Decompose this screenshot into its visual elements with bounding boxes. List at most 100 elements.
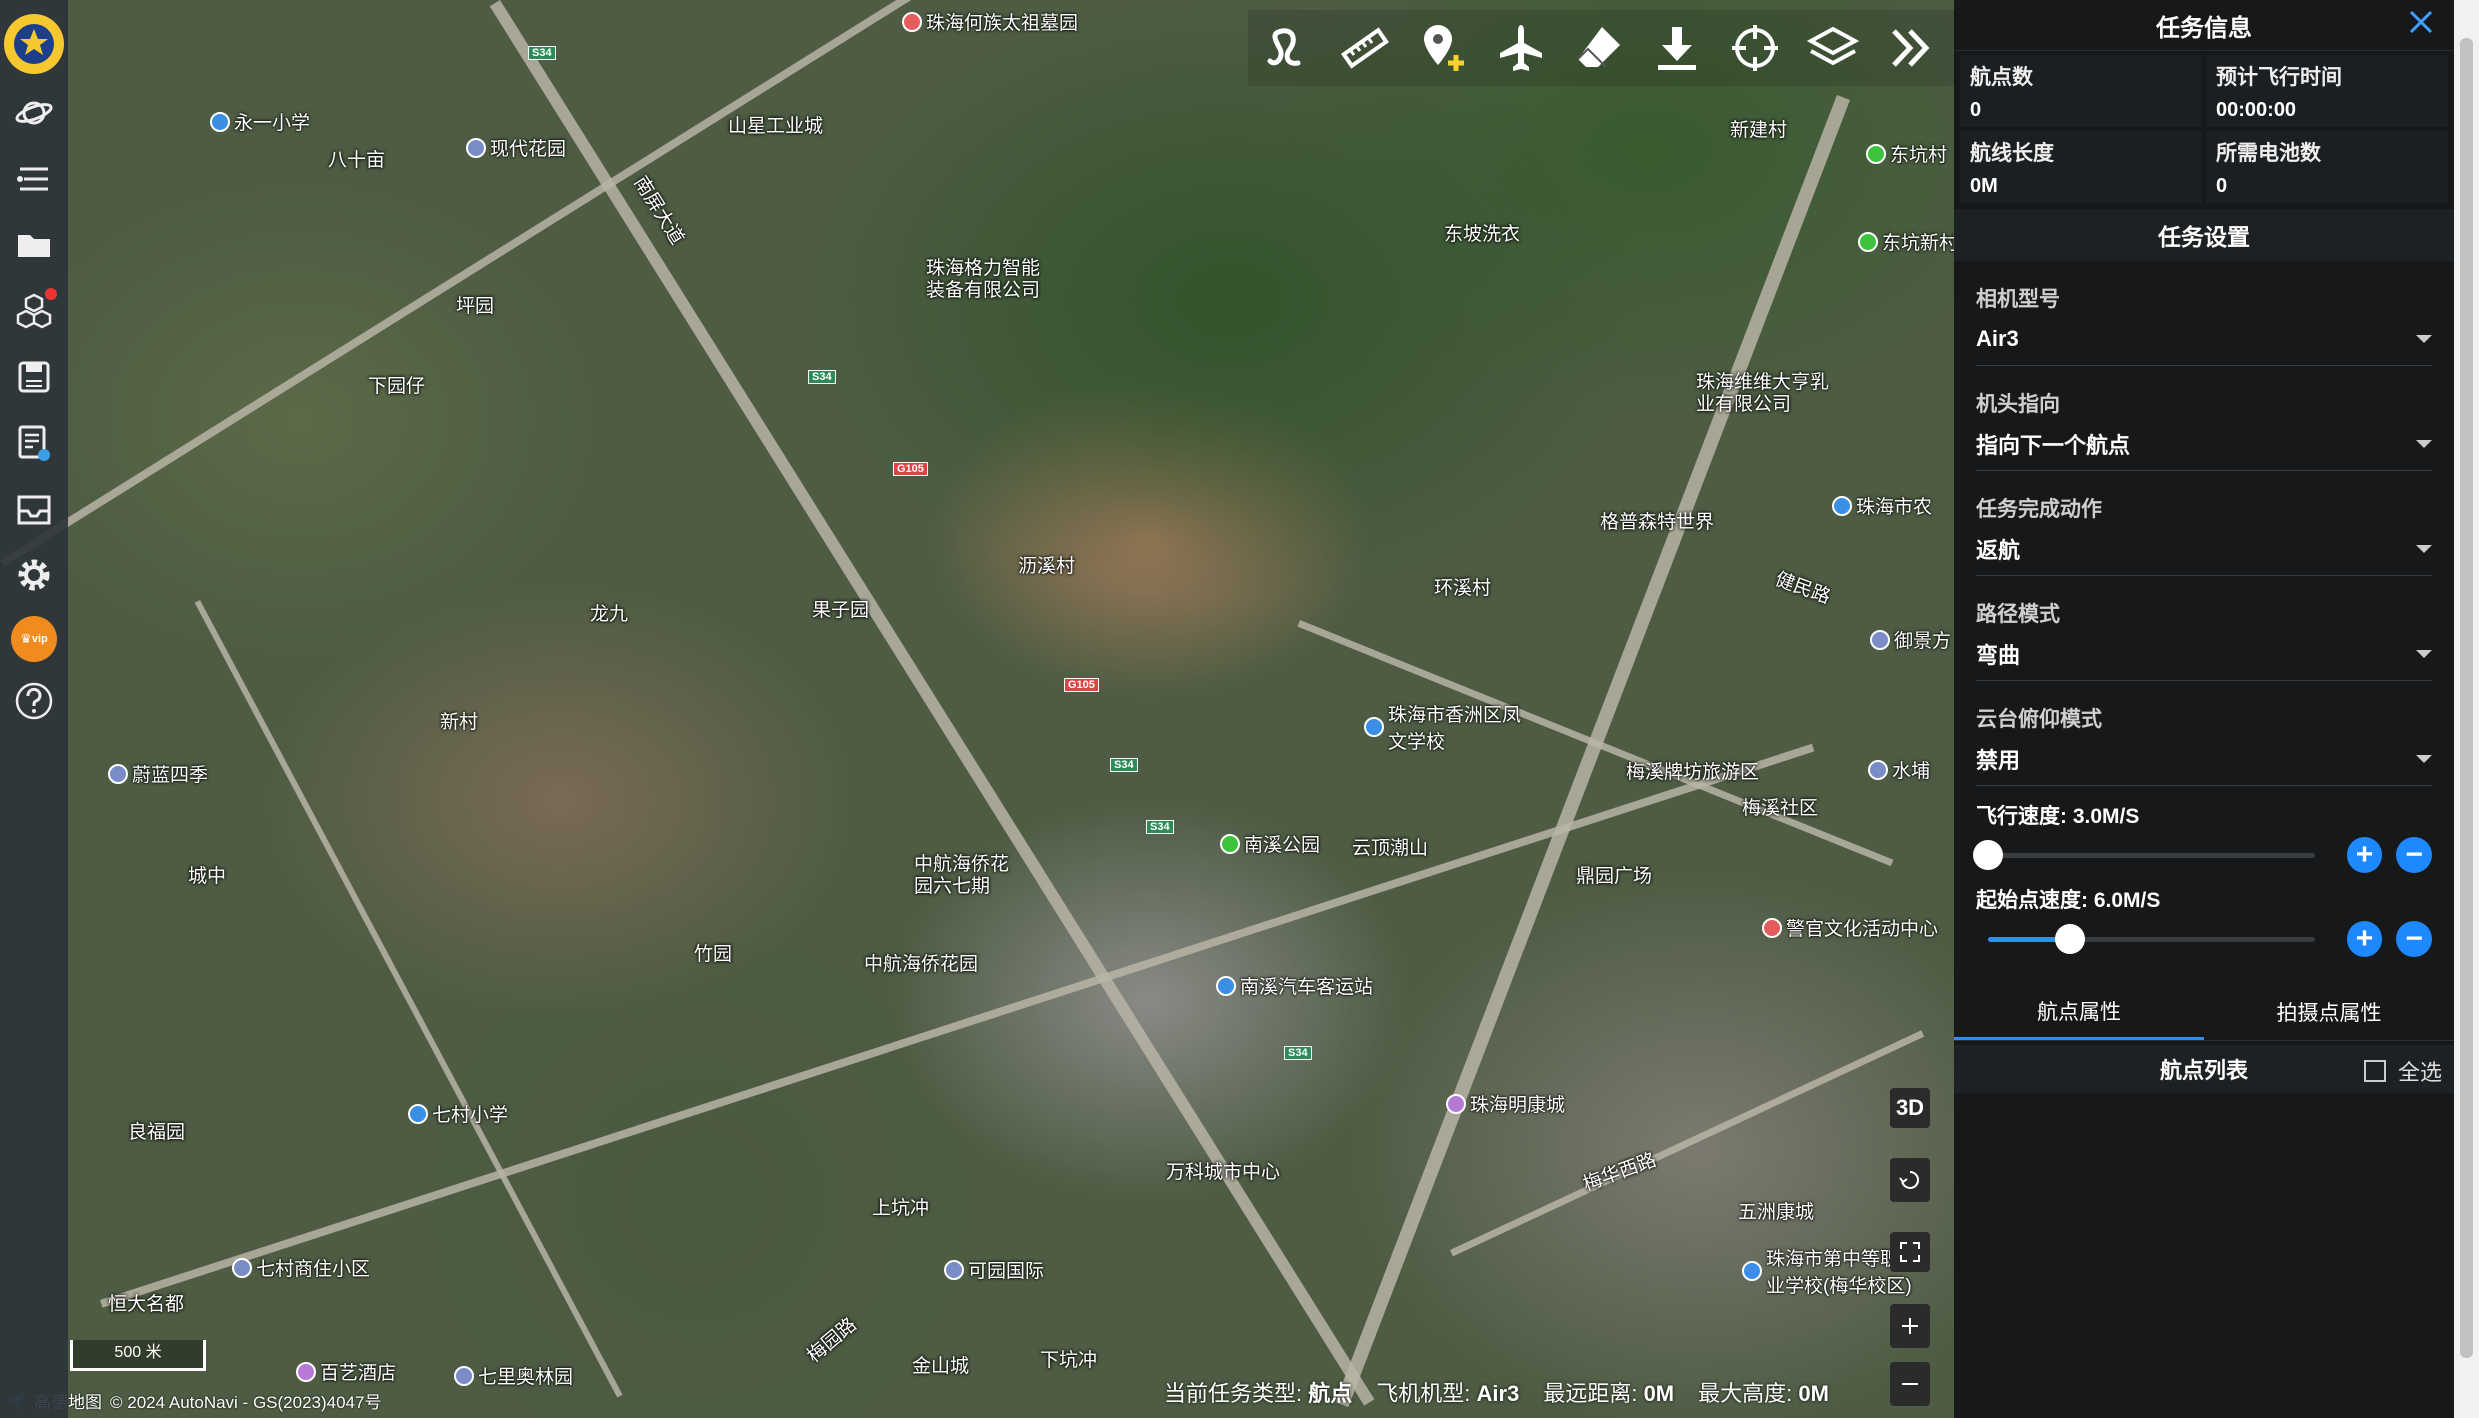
help-icon xyxy=(15,682,53,720)
map-road xyxy=(100,743,1815,1308)
sidebar-item-modules[interactable] xyxy=(7,284,61,338)
slider-knob[interactable] xyxy=(2054,923,2085,954)
map-poi[interactable]: 百艺酒店 xyxy=(296,1358,396,1385)
map-poi[interactable]: 珠海何族太祖墓园 xyxy=(902,8,1078,35)
flight-speed-plus-button[interactable]: + xyxy=(2346,837,2383,873)
map-toolbar xyxy=(1248,10,1954,86)
save-disk-icon xyxy=(18,361,50,393)
select-all-checkbox[interactable]: 全选 xyxy=(2363,1055,2442,1087)
download-button[interactable] xyxy=(1638,10,1716,86)
camera-model-field: 相机型号 Air3 xyxy=(1954,283,2454,366)
start-speed-slider[interactable] xyxy=(1988,923,2315,954)
close-panel-button[interactable] xyxy=(2404,8,2438,42)
sidebar-item-help[interactable] xyxy=(7,674,61,728)
draw-route-button[interactable] xyxy=(1248,10,1326,86)
sidebar-item-folder[interactable] xyxy=(7,218,61,272)
flight-speed-slider[interactable] xyxy=(1973,839,2315,870)
tab-shooting-point-properties[interactable]: 拍摄点属性 xyxy=(2204,984,2454,1040)
measure-button[interactable] xyxy=(1326,10,1404,86)
panel-header: 任务信息 xyxy=(1954,0,2454,51)
map-poi[interactable]: 警官文化活动中心 xyxy=(1762,914,1938,941)
panel-title: 任务信息 xyxy=(2156,14,2252,42)
waypoint-list-header: 航点列表 全选 xyxy=(1954,1045,2454,1093)
panel-scrollbar[interactable] xyxy=(2454,0,2479,1418)
road-shield: S34 xyxy=(808,370,836,384)
eraser-button[interactable] xyxy=(1560,10,1638,86)
info-waypoint-count: 航点数 0 xyxy=(1960,55,2202,127)
rotate-button[interactable] xyxy=(1890,1158,1930,1202)
inbox-icon xyxy=(17,495,51,525)
sidebar-item-routes[interactable] xyxy=(7,152,61,206)
route-squiggle-icon xyxy=(1267,28,1301,66)
map-poi[interactable]: 可园国际 xyxy=(944,1256,1044,1283)
collapse-panel-button[interactable] xyxy=(1872,10,1950,86)
add-waypoint-button[interactable] xyxy=(1404,10,1482,86)
map-poi[interactable]: 水埔 xyxy=(1868,756,1930,783)
map-label: 八十亩 xyxy=(328,150,386,171)
map-poi[interactable]: 蔚蓝四季 xyxy=(108,760,208,787)
flight-speed-minus-button[interactable]: − xyxy=(2396,837,2432,873)
sidebar-item-inbox[interactable] xyxy=(7,482,61,536)
start-speed-minus-button[interactable]: − xyxy=(2396,921,2432,957)
path-mode-select[interactable]: 弯曲 xyxy=(1976,628,2432,681)
map-poi[interactable]: 珠海市农 xyxy=(1832,492,1932,519)
map-poi[interactable]: 珠海明康城 xyxy=(1446,1090,1565,1117)
tab-waypoint-properties[interactable]: 航点属性 xyxy=(1954,984,2204,1040)
info-route-length: 航线长度 0M xyxy=(1960,131,2202,203)
map-poi[interactable]: 现代花园 xyxy=(466,134,566,161)
app-logo[interactable] xyxy=(4,14,64,74)
start-speed-label: 起始点速度: 6.0M/S xyxy=(1976,889,2161,912)
document-list-icon xyxy=(18,425,50,461)
notification-dot xyxy=(45,288,57,300)
map-poi[interactable]: 珠海市香洲区凤文学校 xyxy=(1364,700,1538,754)
map-poi[interactable]: 南溪汽车客运站 xyxy=(1216,972,1373,999)
gear-icon xyxy=(18,559,50,591)
map-poi[interactable]: 永一小学 xyxy=(210,108,310,135)
3d-toggle-button[interactable]: 3D xyxy=(1890,1088,1930,1128)
info-battery-count: 所需电池数 0 xyxy=(2206,131,2448,203)
locate-button[interactable] xyxy=(1716,10,1794,86)
heading-mode-select[interactable]: 指向下一个航点 xyxy=(1976,418,2432,471)
map-pin-plus-icon xyxy=(1424,25,1464,71)
map-label: 竹园 xyxy=(694,944,733,965)
road-shield: G105 xyxy=(1064,678,1099,692)
aircraft-button[interactable] xyxy=(1482,10,1560,86)
checkbox[interactable] xyxy=(2363,1060,2386,1082)
map-poi[interactable]: 东坑村 xyxy=(1866,140,1947,167)
satellite-map[interactable]: S34 S34 G105 G105 S34 S34 S34 珠海何族太祖墓园 永… xyxy=(0,0,1954,1418)
map-poi[interactable]: 御景方 xyxy=(1870,626,1951,653)
map-label: 果子园 xyxy=(812,600,870,621)
map-poi[interactable]: 七村商住小区 xyxy=(232,1254,370,1281)
map-poi[interactable]: 七村小学 xyxy=(408,1100,508,1127)
zoom-out-button[interactable] xyxy=(1890,1362,1930,1406)
map-label: 新建村 xyxy=(1730,120,1788,141)
crown-icon: ♛ xyxy=(20,631,32,646)
slider-knob[interactable] xyxy=(1973,839,2003,870)
sidebar-item-planet[interactable] xyxy=(7,86,61,140)
mission-info-grid: 航点数 0 预计飞行时间 00:00:00 航线长度 0M 所需电池数 0 xyxy=(1954,51,2454,207)
start-speed-plus-button[interactable]: + xyxy=(2346,921,2383,957)
vip-badge[interactable]: ♛ vip xyxy=(11,616,57,662)
fullscreen-button[interactable] xyxy=(1890,1232,1930,1272)
zoom-in-button[interactable] xyxy=(1890,1304,1930,1348)
map-poi[interactable]: 南溪公园 xyxy=(1220,830,1320,857)
map-label: 上坑冲 xyxy=(872,1198,930,1219)
finish-action-select[interactable]: 返航 xyxy=(1976,523,2432,576)
road-shield: S34 xyxy=(528,46,556,60)
map-label: 中航海侨花园 xyxy=(864,954,979,975)
layers-button[interactable] xyxy=(1794,10,1872,86)
camera-model-select[interactable]: Air3 xyxy=(1976,313,2432,366)
caret-down-icon xyxy=(2416,440,2432,448)
map-label: 万科城市中心 xyxy=(1166,1162,1281,1183)
field-label: 机头指向 xyxy=(1976,393,2060,416)
sidebar-item-settings[interactable] xyxy=(7,548,61,602)
sidebar-item-task-log[interactable] xyxy=(7,416,61,470)
map-label: 中航海侨花园六七期 xyxy=(914,854,1010,897)
map-poi[interactable]: 东坑新村 xyxy=(1858,228,1954,255)
scrollbar-thumb[interactable] xyxy=(2460,38,2473,1358)
sidebar-item-save[interactable] xyxy=(7,350,61,404)
map-poi[interactable]: 七里奥林园 xyxy=(454,1362,573,1389)
map-label: 格普森特世界 xyxy=(1600,512,1715,533)
gimbal-pitch-select[interactable]: 禁用 xyxy=(1976,733,2432,786)
map-label: 珠海维维大亨乳业有限公司 xyxy=(1696,372,1830,415)
